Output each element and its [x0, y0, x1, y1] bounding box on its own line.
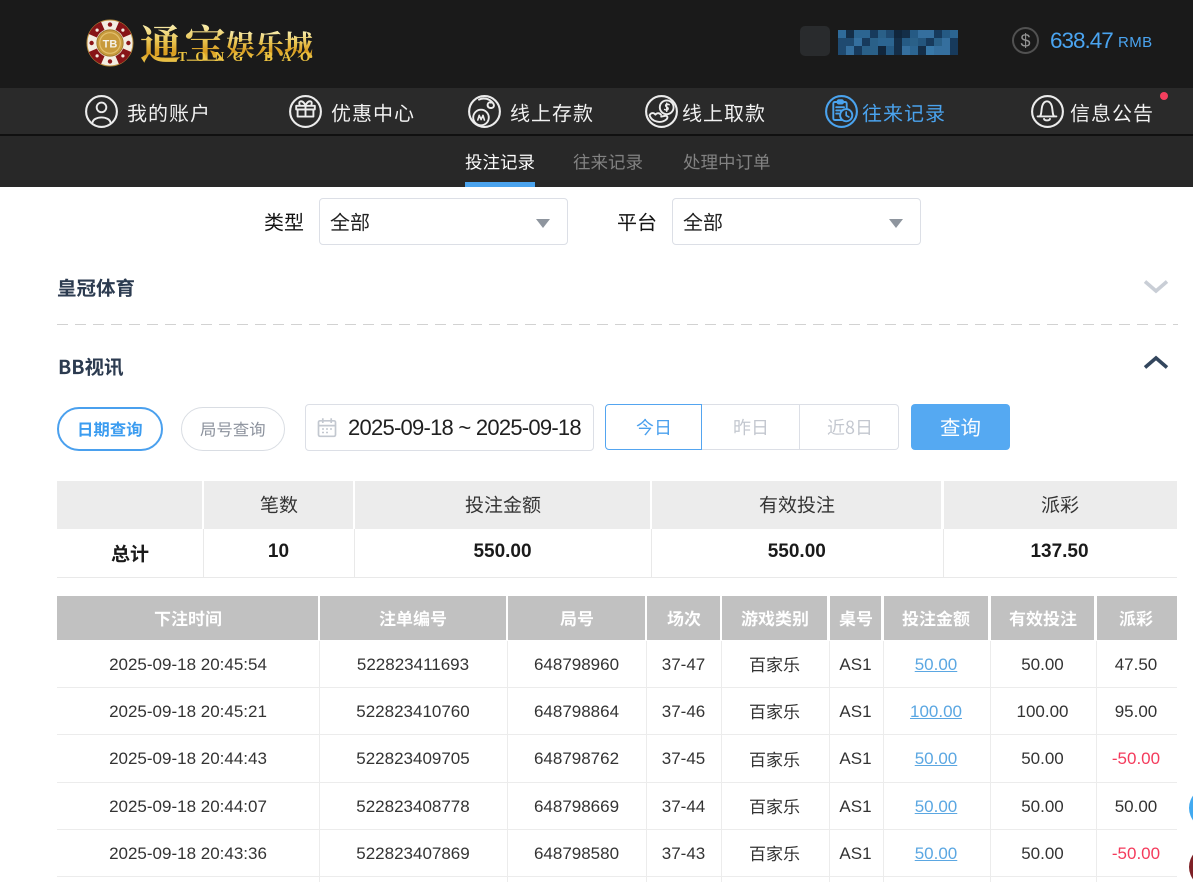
svg-text:TB: TB [103, 38, 118, 50]
